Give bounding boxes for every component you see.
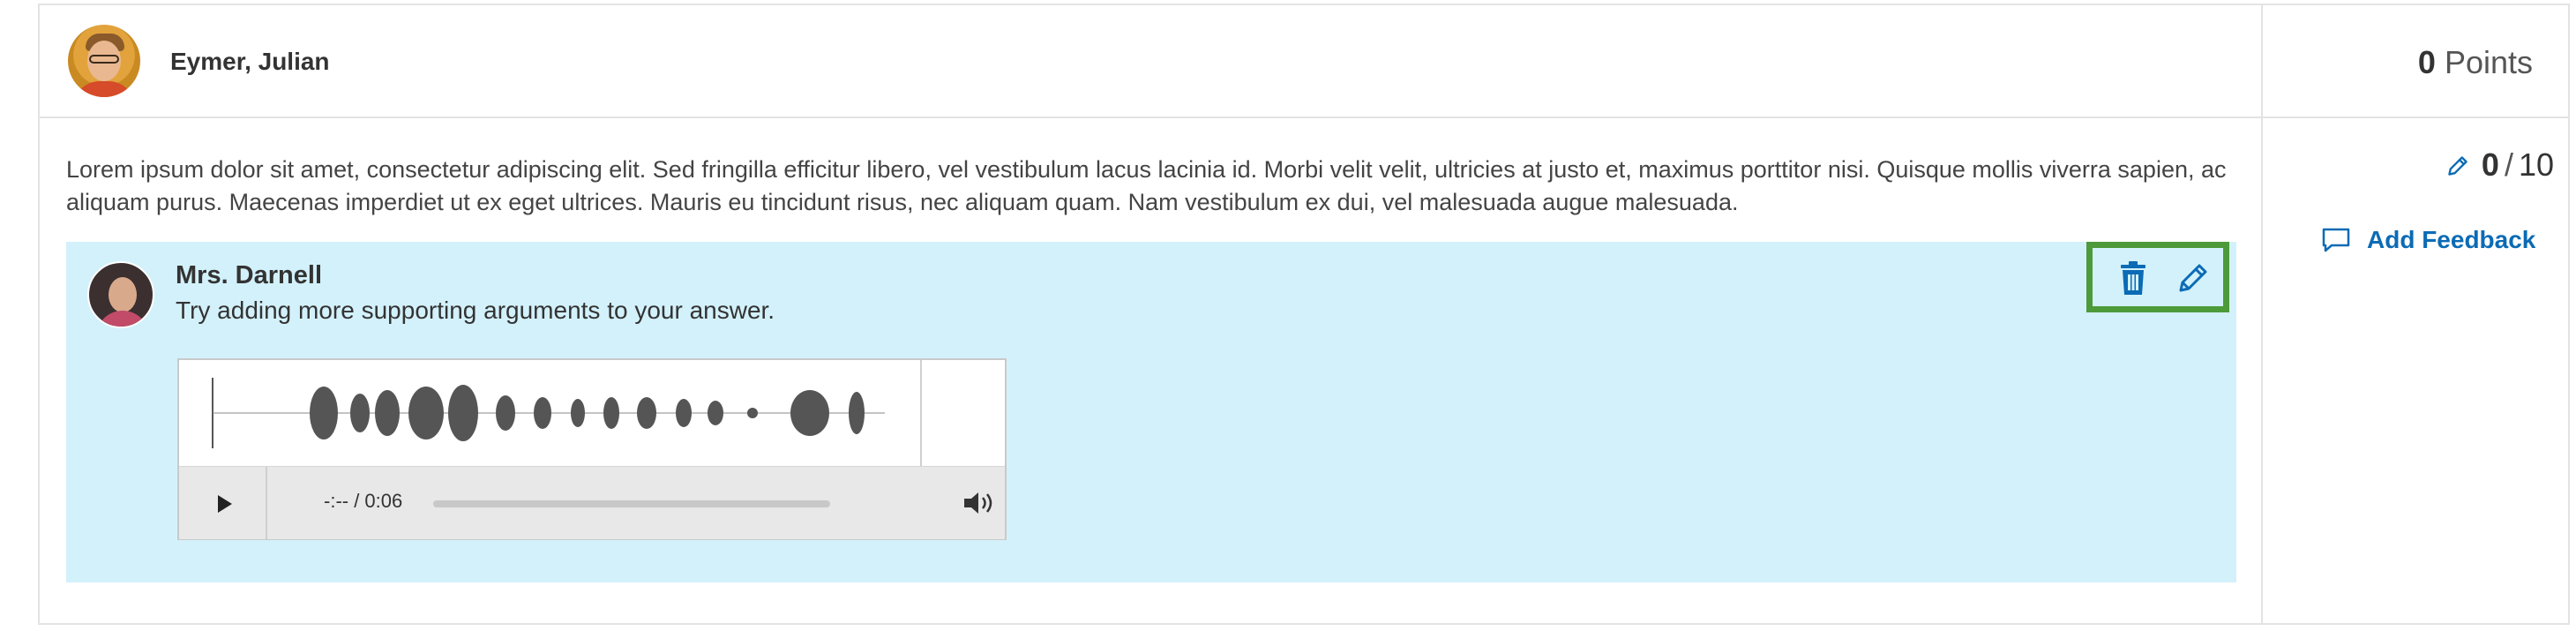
points-label: Points xyxy=(2444,44,2533,80)
volume-icon[interactable] xyxy=(962,490,998,516)
teacher-avatar xyxy=(87,261,154,328)
submission-header: Eymer, Julian 0 Points xyxy=(40,5,2568,118)
score-display: 0/10 xyxy=(2307,146,2554,187)
audio-time: -:-- / 0:06 xyxy=(324,490,403,512)
score-value: 0 xyxy=(2481,146,2499,183)
play-button[interactable] xyxy=(179,467,267,539)
score-separator: / xyxy=(2504,146,2513,183)
student-avatar xyxy=(68,25,140,97)
audio-progress-bar[interactable] xyxy=(433,500,830,507)
feedback-actions xyxy=(2086,242,2229,312)
score-max: 10 xyxy=(2518,146,2554,183)
add-feedback-label: Add Feedback xyxy=(2367,226,2536,253)
student-answer: Lorem ipsum dolor sit amet, consectetur … xyxy=(66,156,2227,215)
audio-controls: -:-- / 0:06 xyxy=(179,466,1005,539)
edit-score-icon[interactable] xyxy=(2445,150,2471,187)
submission-card: Eymer, Julian 0 Points Lorem ipsum dolor … xyxy=(38,4,2570,625)
points-total: 0 Points xyxy=(2418,44,2533,81)
feedback-text: Try adding more supporting arguments to … xyxy=(176,297,775,324)
column-divider xyxy=(2261,5,2263,623)
comment-icon xyxy=(2322,228,2350,252)
audio-waveform xyxy=(212,378,885,448)
feedback-comment: Mrs. Darnell Try adding more supporting … xyxy=(66,242,2236,582)
points-value: 0 xyxy=(2417,44,2436,80)
pencil-icon[interactable] xyxy=(2174,259,2213,297)
student-name: Eymer, Julian xyxy=(170,48,330,75)
audio-player: -:-- / 0:06 xyxy=(177,358,1007,540)
feedback-author: Mrs. Darnell xyxy=(176,261,322,289)
trash-icon[interactable] xyxy=(2114,259,2153,297)
add-feedback-button[interactable]: Add Feedback xyxy=(2321,226,2535,254)
